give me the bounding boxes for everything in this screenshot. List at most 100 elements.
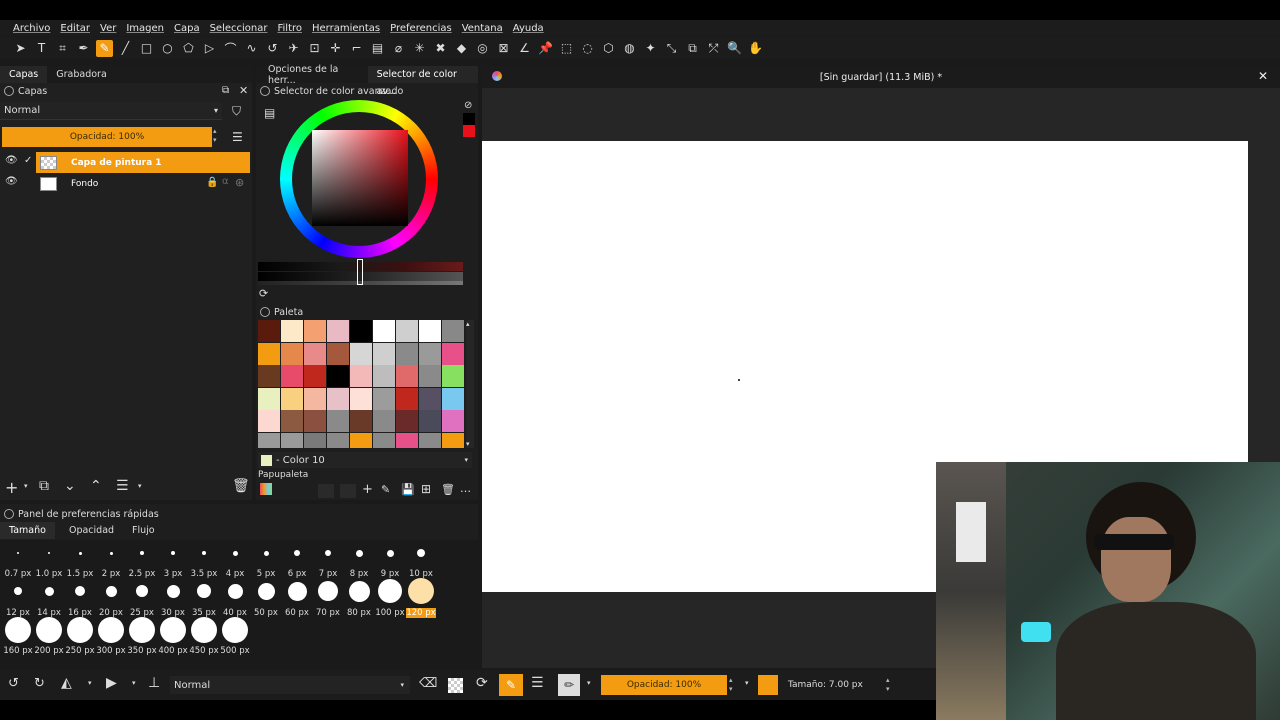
brush-size-preset[interactable] <box>75 586 85 596</box>
layer-row-paint[interactable]: Capa de pintura 1 <box>36 152 250 173</box>
brush-preset-icon[interactable]: ✎ <box>499 674 523 696</box>
add-swatch-icon[interactable]: + <box>362 482 373 497</box>
palette-swatch[interactable] <box>281 342 303 365</box>
delete-layer-icon[interactable]: 🗑 <box>232 478 250 494</box>
enclose-fill-tool-icon[interactable]: ◎ <box>474 40 491 57</box>
move-layer-up-icon[interactable]: ⌃ <box>90 478 102 494</box>
brush-size-preset[interactable] <box>222 617 248 643</box>
blend-mode-select[interactable]: Normal ▾ <box>0 102 222 120</box>
duplicate-layer-icon[interactable]: ⧉ <box>39 478 49 494</box>
palette-swatch[interactable] <box>442 410 464 432</box>
chevron-down-icon[interactable]: ▾ <box>587 679 591 687</box>
layer-row-fondo[interactable]: Fondo 🔒 α ⊛ <box>36 173 250 194</box>
line-tool-icon[interactable]: ╱ <box>117 40 134 57</box>
palette-swatch[interactable] <box>419 365 441 387</box>
opacity-spinner-icon[interactable]: ▴ ▾ <box>729 676 733 694</box>
lock-icon[interactable]: 🔒 <box>206 177 218 188</box>
palette-swatch[interactable] <box>327 320 349 342</box>
layer-opacity-slider[interactable]: Opacidad: 100% <box>2 127 212 147</box>
background-color-swatch[interactable] <box>463 113 475 125</box>
select-shapes-tool-icon[interactable]: ➤ <box>12 40 29 57</box>
polyline-tool-icon[interactable]: ▷ <box>201 40 218 57</box>
palette-swatch[interactable] <box>396 432 418 448</box>
rect-select-tool-icon[interactable]: ⬚ <box>558 40 575 57</box>
palette-swatch[interactable] <box>373 387 395 410</box>
mirror-horizontal-icon[interactable]: ◭ <box>61 675 72 691</box>
close-docker-icon[interactable]: ✕ <box>239 84 248 97</box>
palette-swatch[interactable] <box>373 342 395 365</box>
brush-blend-mode-select[interactable]: Normal ▾ <box>170 676 410 694</box>
palette-swatch[interactable] <box>281 387 303 410</box>
reload-preset-icon[interactable]: ⟳ <box>476 675 488 691</box>
chevron-down-icon[interactable]: ▾ <box>24 482 28 490</box>
float-docker-icon[interactable]: ⧉ <box>222 85 229 96</box>
no-color-icon[interactable]: ⊘ <box>464 100 472 111</box>
palette-swatch[interactable] <box>258 410 280 432</box>
brush-size-preset[interactable] <box>257 582 275 600</box>
menu-ver[interactable]: Ver <box>95 23 121 34</box>
mirror-vertical-icon[interactable]: ▶ <box>106 675 117 691</box>
eye-icon[interactable]: 👁 <box>5 176 18 187</box>
palette-swatch[interactable] <box>419 342 441 365</box>
palette-swatch[interactable] <box>350 387 372 410</box>
edit-shapes-tool-icon[interactable]: ⌗ <box>54 40 71 57</box>
palette-swatch[interactable] <box>304 365 326 387</box>
measure-tool-icon[interactable]: ∠ <box>516 40 533 57</box>
brush-size-preset[interactable] <box>378 579 402 603</box>
reference-tool-icon[interactable]: 📌 <box>537 40 554 57</box>
brush-size-preset[interactable] <box>417 549 425 557</box>
calligraphy-tool-icon[interactable]: ✒ <box>75 40 92 57</box>
bezier-tool-icon[interactable]: ⌒ <box>222 40 239 57</box>
palette-swatch[interactable] <box>442 365 464 387</box>
rectangle-tool-icon[interactable]: □ <box>138 40 155 57</box>
layer-properties-icon[interactable]: ☰ <box>116 478 129 494</box>
zoom-tool-icon[interactable]: 🔍 <box>726 40 743 57</box>
freehand-brush-tool-icon[interactable]: ✎ <box>96 39 113 57</box>
brush-size-preset[interactable] <box>232 550 238 556</box>
brush-size-preset[interactable] <box>197 584 211 598</box>
add-layer-icon[interactable]: + <box>5 478 18 497</box>
brush-size-preset[interactable] <box>129 617 155 643</box>
brush-size-preset[interactable] <box>263 550 269 556</box>
chevron-down-icon[interactable]: ▾ <box>88 679 92 687</box>
save-palette-icon[interactable]: 💾 <box>401 483 415 496</box>
palette-swatch[interactable] <box>373 410 395 432</box>
brush-size-preset[interactable] <box>105 585 117 597</box>
inherit-alpha-icon[interactable]: ⊛ <box>235 176 244 189</box>
assistant-tool-icon[interactable]: ⊠ <box>495 40 512 57</box>
menu-filtro[interactable]: Filtro <box>272 23 307 34</box>
freehand-path-tool-icon[interactable]: ∿ <box>243 40 260 57</box>
brush-size-preset[interactable] <box>408 578 434 604</box>
brush-size-preset[interactable] <box>78 551 82 555</box>
brush-size-preset[interactable] <box>67 617 93 643</box>
ellipse-tool-icon[interactable]: ○ <box>159 40 176 57</box>
menu-ventana[interactable]: Ventana <box>457 23 508 34</box>
polygon-select-tool-icon[interactable]: ⬡ <box>600 40 617 57</box>
tab-grabadora[interactable]: Grabadora <box>47 69 116 80</box>
wrap-around-icon[interactable]: ⊥ <box>148 675 160 691</box>
palette-scrollbar[interactable]: ▴ ▾ <box>466 320 474 448</box>
palette-swatch[interactable] <box>304 410 326 432</box>
palette-swatch[interactable] <box>373 365 395 387</box>
palette-swatch[interactable] <box>350 432 372 448</box>
menu-lines-icon[interactable]: ☰ <box>232 130 243 144</box>
palette-grid-icon[interactable]: ⊞ <box>421 482 431 496</box>
palette-swatch[interactable] <box>258 365 280 387</box>
chevron-down-icon[interactable]: ▾ <box>138 482 142 490</box>
shade-marker[interactable] <box>357 259 363 285</box>
palette-swatch[interactable] <box>258 432 280 448</box>
pan-tool-icon[interactable]: ✋ <box>747 40 764 57</box>
size-spinner-icon[interactable]: ▴ ▾ <box>886 676 890 694</box>
brush-size-slider[interactable]: Tamaño: 7.00 px <box>784 675 884 695</box>
menu-imagen[interactable]: Imagen <box>121 23 169 34</box>
brush-size-preset[interactable] <box>386 549 394 557</box>
palette-swatch[interactable] <box>327 342 349 365</box>
palette-swatch[interactable] <box>304 342 326 365</box>
preserve-alpha-icon[interactable] <box>448 678 463 693</box>
brush-size-preset[interactable] <box>191 617 217 643</box>
palette-swatch[interactable] <box>396 365 418 387</box>
menu-capa[interactable]: Capa <box>169 23 205 34</box>
palette-swatch[interactable] <box>419 410 441 432</box>
ellipse-select-tool-icon[interactable]: ◌ <box>579 40 596 57</box>
rotate-left-icon[interactable]: ↺ <box>8 676 19 691</box>
